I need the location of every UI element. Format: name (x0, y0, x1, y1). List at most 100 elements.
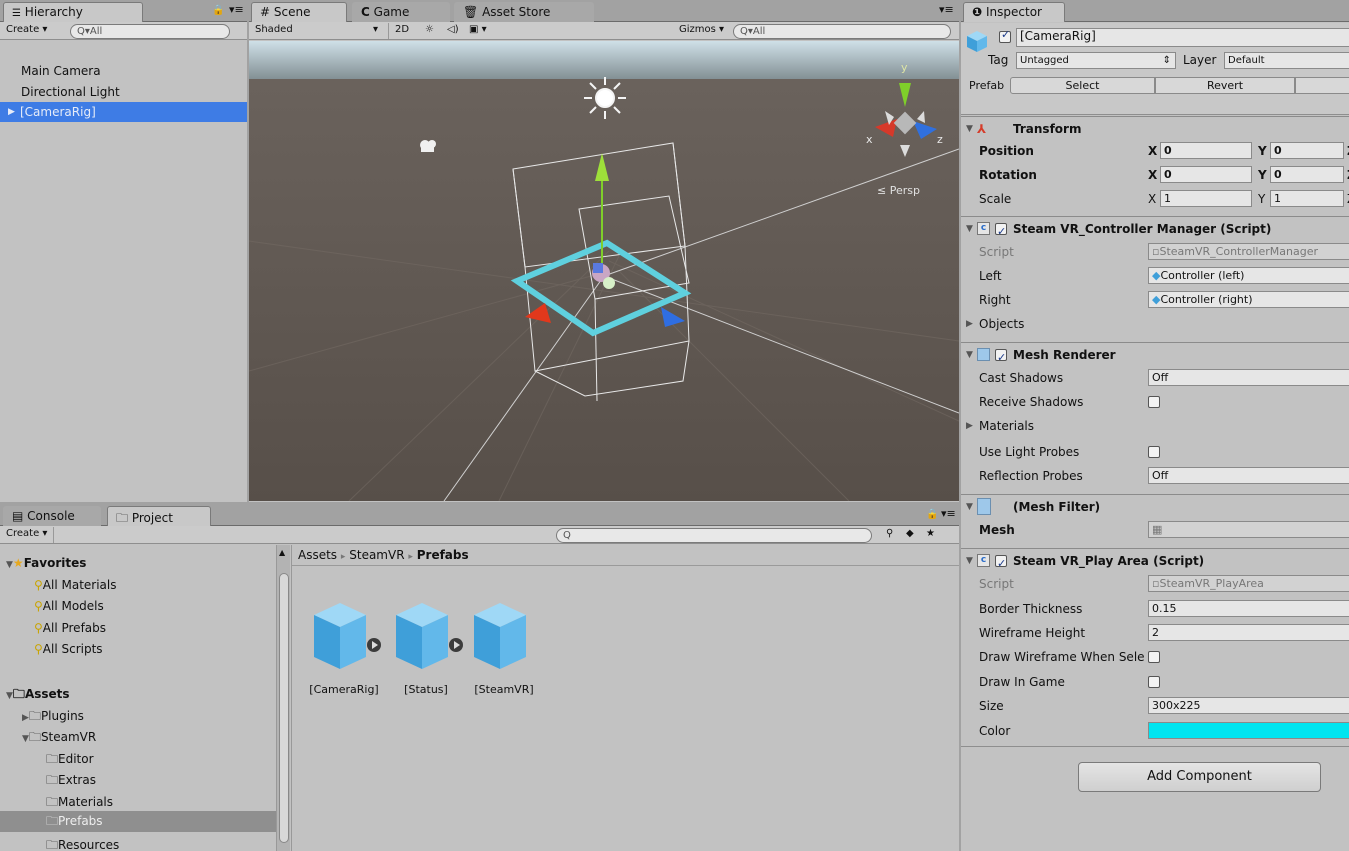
script-reference-field[interactable]: ▫SteamVR_PlayArea (1148, 575, 1349, 592)
folder-item-plugins[interactable]: ▶🗀Plugins (22, 707, 84, 728)
tab-game[interactable]: C Game (352, 2, 450, 22)
component-enabled-checkbox[interactable] (995, 552, 1007, 576)
position-y-field[interactable]: 0 (1270, 142, 1344, 159)
border-thickness-field[interactable]: 0.15 (1148, 600, 1349, 617)
tab-scene[interactable]: # Scene (251, 2, 347, 22)
draw-wireframe-checkbox[interactable] (1148, 651, 1160, 663)
scale-y-field[interactable]: 1 (1270, 190, 1344, 207)
prefab-asset[interactable]: [CameraRig] (304, 597, 384, 707)
expand-arrow-icon[interactable]: ▼ (6, 560, 13, 570)
rotation-y-field[interactable]: 0 (1270, 166, 1344, 183)
expand-arrow-icon[interactable]: ▶ (966, 414, 973, 438)
expand-arrow-icon[interactable]: ▶ (22, 713, 29, 723)
collapse-arrow-icon[interactable]: ▼ (966, 117, 973, 141)
prefab-asset[interactable]: [SteamVR] (464, 597, 544, 707)
position-x-field[interactable]: 0 (1160, 142, 1252, 159)
favorite-item[interactable]: ⚲All Prefabs (34, 621, 106, 635)
mesh-filter-header[interactable]: ▼ (Mesh Filter) (961, 494, 1349, 518)
color-swatch[interactable] (1148, 722, 1349, 739)
collapse-arrow-icon[interactable]: ▼ (966, 495, 973, 519)
transform-header[interactable]: ▼ ⅄ Transform (961, 116, 1349, 140)
tab-inspector[interactable]: ❶ Inspector (963, 2, 1065, 22)
scene-viewport[interactable]: y x z ≤ Persp (249, 41, 959, 501)
expand-arrow-icon[interactable]: ▶ (8, 102, 15, 122)
rotation-x-field[interactable]: 0 (1160, 166, 1252, 183)
script-reference-field[interactable]: ▫SteamVR_ControllerManager (1148, 243, 1349, 260)
wireframe-height-field[interactable]: 2 (1148, 624, 1349, 641)
breadcrumb-item[interactable]: Assets (298, 548, 337, 562)
audio-toggle-icon[interactable]: ◁) (441, 23, 465, 39)
mesh-reference-field[interactable]: ▦ (1148, 521, 1349, 538)
persp-label[interactable]: ≤ Persp (877, 184, 920, 197)
materials-row[interactable]: ▶ Materials (961, 414, 1349, 438)
expand-arrow-icon[interactable]: ▼ (22, 734, 29, 744)
light-toggle-icon[interactable]: ☼ (419, 23, 440, 39)
hierarchy-item-camerarig[interactable]: ▶ [CameraRig] (0, 102, 247, 122)
component-enabled-checkbox[interactable] (995, 220, 1007, 244)
collapse-arrow-icon[interactable]: ▼ (966, 549, 973, 573)
hierarchy-search-input[interactable]: Q▾All (70, 24, 230, 39)
mesh-renderer-header[interactable]: ▼ Mesh Renderer (961, 342, 1349, 370)
tab-hierarchy[interactable]: ☰ Hierarchy (3, 2, 143, 22)
tab-asset-store[interactable]: 🗑 Asset Store (454, 2, 594, 22)
scroll-up-icon[interactable]: ▲ (279, 548, 285, 557)
tab-project[interactable]: 🗀 Project (107, 506, 211, 526)
shading-mode-dropdown[interactable]: Shaded ▾ (249, 23, 384, 39)
collapse-arrow-icon[interactable]: ▼ (966, 343, 973, 367)
panel-menu-icon[interactable]: ▾≡ (229, 3, 244, 16)
folder-tree-scrollbar[interactable]: ▲ (276, 545, 290, 851)
object-name-input[interactable]: [CameraRig] (1016, 28, 1349, 47)
expand-arrow-icon[interactable]: ▶ (966, 312, 973, 336)
scale-x-field[interactable]: 1 (1160, 190, 1252, 207)
lock-icon[interactable]: 🔒 (926, 509, 938, 520)
expand-arrow-icon[interactable]: ▼ (6, 691, 13, 701)
layer-dropdown[interactable]: Default (1224, 52, 1349, 69)
tag-dropdown[interactable]: Untagged ⇕ (1016, 52, 1176, 69)
prefab-apply-button[interactable] (1295, 77, 1349, 94)
component-enabled-checkbox[interactable] (995, 346, 1007, 370)
create-button[interactable]: Create ▾ (0, 23, 53, 39)
assets-header[interactable]: ▼🗀Assets (6, 685, 70, 706)
tab-console[interactable]: ▤ Console (3, 506, 101, 526)
objects-row[interactable]: ▶ Objects (961, 312, 1349, 336)
folder-item-resources[interactable]: 🗀Resources (46, 836, 119, 851)
play-area-header[interactable]: ▼ c Steam VR_Play Area (Script) (961, 548, 1349, 576)
create-button[interactable]: Create ▾ (0, 527, 55, 543)
scrollbar-thumb[interactable] (279, 573, 289, 843)
scene-search-input[interactable]: Q▾All (733, 24, 951, 39)
light-probes-checkbox[interactable] (1148, 446, 1160, 458)
favorites-header[interactable]: ▼★Favorites (6, 556, 86, 570)
project-search-input[interactable]: Q (556, 528, 872, 543)
favorite-star-icon[interactable]: ★ (920, 527, 941, 543)
add-component-button[interactable]: Add Component (1078, 762, 1321, 792)
active-checkbox[interactable] (999, 28, 1011, 43)
controller-manager-header[interactable]: ▼ c Steam VR_Controller Manager (Script) (961, 216, 1349, 244)
favorite-item[interactable]: ⚲All Materials (34, 578, 117, 592)
filter-type-icon[interactable]: ⚲ (880, 527, 899, 543)
filter-label-icon[interactable]: ◆ (900, 527, 920, 543)
receive-shadows-checkbox[interactable] (1148, 396, 1160, 408)
hierarchy-item-main-camera[interactable]: Main Camera (0, 61, 247, 81)
panel-menu-icon[interactable]: ▾≡ (941, 507, 956, 520)
collapse-arrow-icon[interactable]: ▼ (966, 217, 973, 241)
2d-toggle[interactable]: 2D (388, 23, 415, 39)
favorite-item[interactable]: ⚲All Scripts (34, 642, 103, 656)
lock-icon[interactable]: 🔒 (212, 5, 224, 16)
hierarchy-item-directional-light[interactable]: Directional Light (0, 82, 247, 102)
right-controller-field[interactable]: ◆Controller (right) (1148, 291, 1349, 308)
folder-item-editor[interactable]: 🗀Editor (46, 750, 94, 771)
size-dropdown[interactable]: 300x225 (1148, 697, 1349, 714)
left-controller-field[interactable]: ◆Controller (left) (1148, 267, 1349, 284)
reflection-probes-dropdown[interactable]: Off (1148, 467, 1349, 484)
effects-toggle-icon[interactable]: ▣ ▾ (463, 23, 493, 39)
folder-item-steamvr[interactable]: ▼🗀SteamVR (22, 728, 96, 749)
breadcrumb-item[interactable]: SteamVR (349, 548, 404, 562)
prefab-select-button[interactable]: Select (1010, 77, 1155, 94)
cast-shadows-dropdown[interactable]: Off (1148, 369, 1349, 386)
panel-menu-icon[interactable]: ▾≡ (939, 3, 954, 16)
folder-item-prefabs[interactable]: 🗀Prefabs (0, 811, 276, 832)
breadcrumb-item-current[interactable]: Prefabs (417, 548, 469, 562)
prefab-revert-button[interactable]: Revert (1155, 77, 1295, 94)
draw-in-game-checkbox[interactable] (1148, 676, 1160, 688)
prefab-asset[interactable]: [Status] (386, 597, 466, 707)
